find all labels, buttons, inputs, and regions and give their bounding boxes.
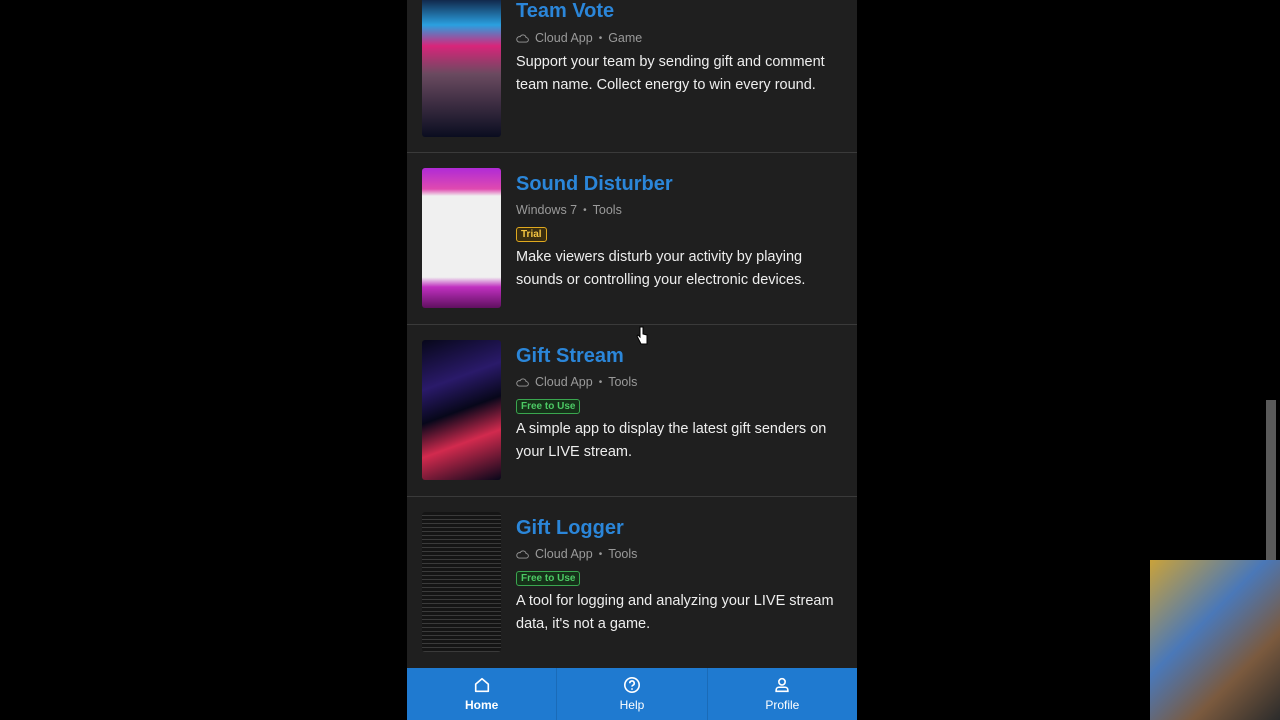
app-description: Support your team by sending gift and co… (516, 54, 825, 93)
app-description: A tool for logging and analyzing your LI… (516, 593, 834, 632)
app-category: Tools (608, 547, 638, 561)
app-title[interactable]: Sound Disturber (516, 173, 673, 196)
hand-cursor-icon (636, 326, 648, 345)
help-icon (623, 676, 640, 694)
app-category: Tools (608, 375, 638, 389)
home-icon (474, 677, 489, 693)
app-card-team-vote[interactable]: Team Vote Cloud App • Game Support your t… (407, 0, 857, 153)
bottom-nav: Home Help Profile (407, 668, 857, 720)
app-thumbnail[interactable] (422, 340, 501, 480)
app-meta: Cloud App • Tools (516, 547, 637, 561)
app-description: A simple app to display the latest gift … (516, 421, 827, 460)
cloud-icon (516, 550, 529, 559)
app-title[interactable]: Gift Logger (516, 517, 624, 540)
app-category: Game (608, 31, 643, 45)
app-title[interactable]: Gift Stream (516, 345, 624, 368)
nav-home-label: Home (464, 698, 499, 712)
app-meta: Cloud App • Tools (516, 375, 637, 389)
app-card-gift-logger[interactable]: Gift Logger Cloud App • Tools Free to Use… (407, 497, 857, 669)
free-badge: Free to Use (516, 571, 581, 586)
app-list: Team Vote Cloud App • Game Support your t… (407, 0, 857, 720)
app-meta: Windows 7 • Tools (516, 203, 622, 217)
app-title[interactable]: Team Vote (516, 0, 614, 23)
nav-help-label: Help (619, 698, 645, 712)
app-thumbnail[interactable] (422, 168, 501, 308)
app-meta: Cloud App • Game (516, 31, 642, 45)
scrollbar-thumb[interactable] (1266, 400, 1276, 560)
webcam-overlay (1150, 560, 1280, 720)
app-platform: Cloud App (535, 547, 593, 561)
app-thumbnail[interactable] (422, 0, 501, 137)
app-thumbnail[interactable] (422, 512, 501, 652)
app-platform: Cloud App (535, 375, 593, 389)
app-description: Make viewers disturb your activity by pl… (516, 249, 806, 288)
app-card-gift-stream[interactable]: Gift Stream Cloud App • Tools Free to Use… (407, 325, 857, 497)
nav-home[interactable]: Home (407, 668, 558, 720)
profile-icon (775, 677, 789, 693)
cloud-icon (516, 378, 529, 387)
free-badge: Free to Use (516, 399, 581, 414)
app-card-sound-disturber[interactable]: Sound Disturber Windows 7 • Tools Trial M… (407, 153, 857, 325)
cloud-icon (516, 34, 529, 43)
app-category: Tools (592, 203, 622, 217)
nav-profile[interactable]: Profile (708, 668, 857, 720)
nav-profile-label: Profile (765, 698, 800, 712)
app-platform: Cloud App (535, 31, 593, 45)
trial-badge: Trial (516, 227, 547, 242)
app-platform: Windows 7 (516, 203, 578, 217)
nav-help[interactable]: Help (557, 668, 708, 720)
